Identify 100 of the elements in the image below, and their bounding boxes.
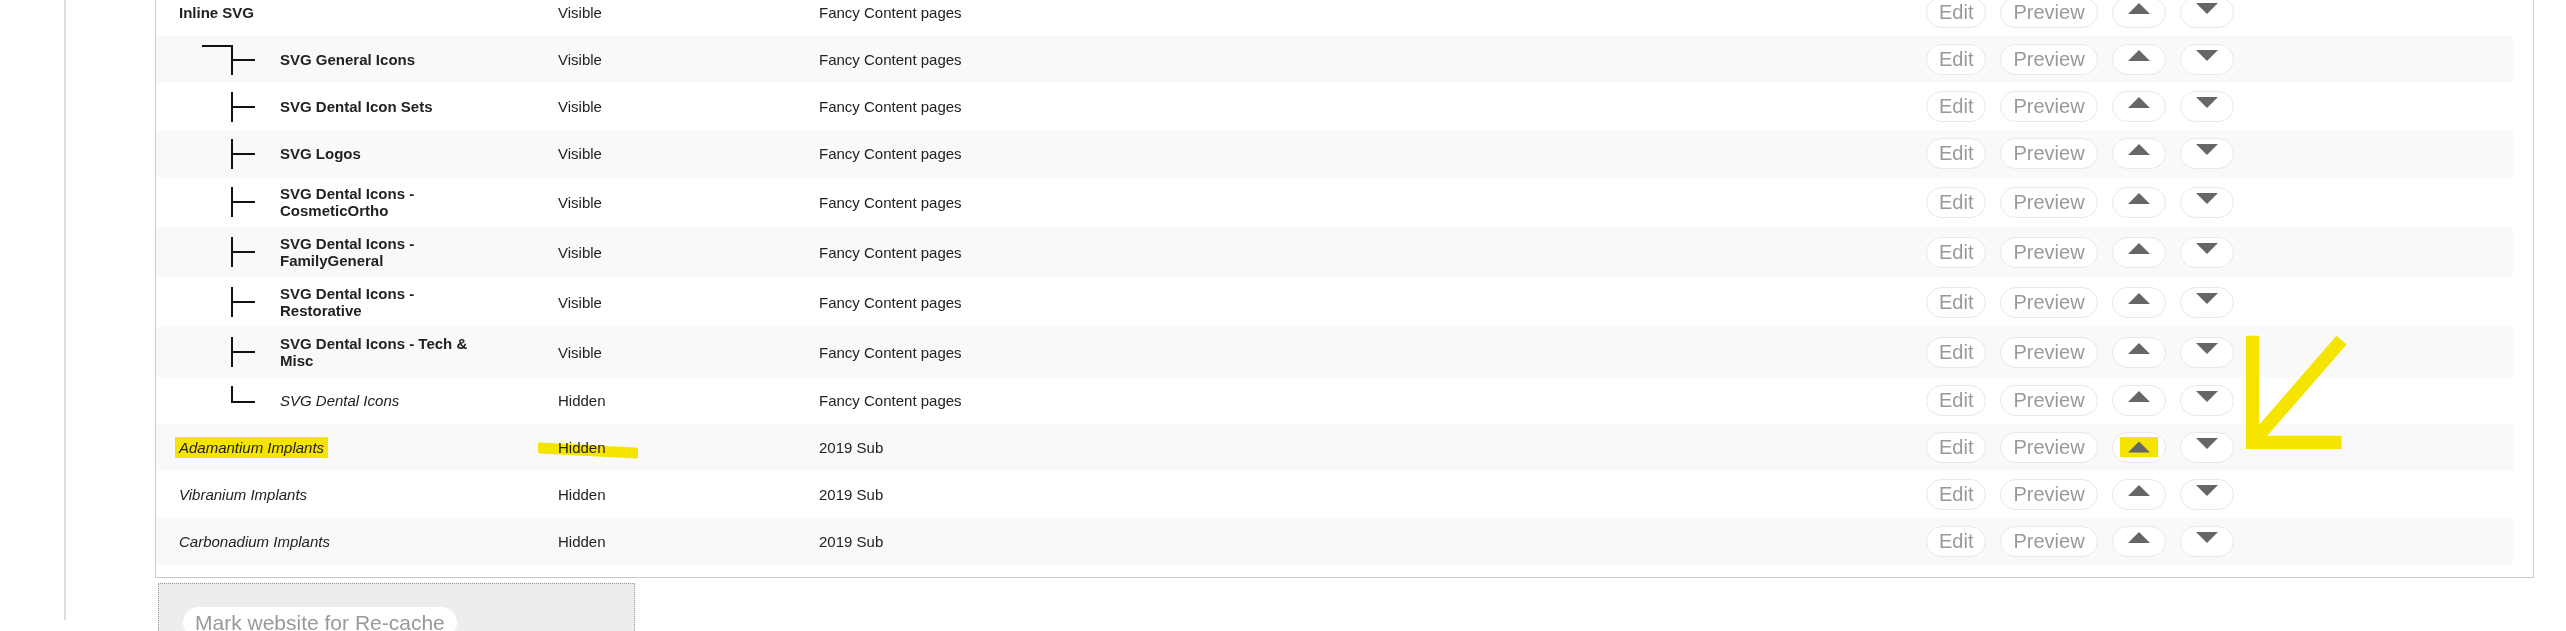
tree-line — [231, 287, 256, 317]
page-type: Fancy Content pages — [819, 145, 962, 162]
preview-button[interactable]: Preview — [2000, 0, 2098, 28]
preview-button[interactable]: Preview — [2000, 432, 2098, 463]
page-type: Fancy Content pages — [819, 193, 962, 211]
down-triangle-icon — [2194, 96, 2219, 109]
down-triangle-icon — [2194, 437, 2219, 450]
edit-button[interactable]: Edit — [1926, 91, 1987, 122]
edit-button[interactable]: Edit — [1926, 286, 1987, 318]
move-down-button[interactable] — [2179, 0, 2234, 28]
status-text: Visible — [558, 293, 602, 311]
preview-button[interactable]: Preview — [2000, 479, 2098, 510]
move-down-button[interactable] — [2179, 432, 2234, 463]
down-triangle-icon — [2194, 390, 2219, 403]
move-down-button[interactable] — [2179, 186, 2234, 218]
move-up-button[interactable] — [2111, 186, 2166, 218]
move-down-button[interactable] — [2179, 385, 2234, 416]
preview-button[interactable]: Preview — [2000, 286, 2098, 318]
move-up-button[interactable] — [2111, 0, 2166, 28]
down-triangle-icon — [2194, 49, 2219, 62]
tree-line — [201, 44, 256, 75]
preview-button[interactable]: Preview — [2000, 138, 2098, 169]
edit-button[interactable]: Edit — [1926, 336, 1987, 368]
up-triangle-icon — [2126, 484, 2151, 497]
edit-button[interactable]: Edit — [1926, 479, 1987, 510]
item-name: SVG Dental Icons - CosmeticOrtho — [280, 185, 416, 219]
edit-button[interactable]: Edit — [1926, 138, 1987, 169]
down-triangle-icon — [2194, 531, 2219, 544]
edit-button[interactable]: Edit — [1926, 186, 1987, 218]
up-triangle-icon — [2126, 96, 2151, 109]
preview-button[interactable]: Preview — [2000, 385, 2098, 416]
move-up-button[interactable] — [2111, 286, 2166, 318]
item-name: Adamantium Implants — [175, 437, 329, 458]
edit-button[interactable]: Edit — [1926, 526, 1987, 557]
up-triangle-icon — [2126, 241, 2151, 255]
page-type: Fancy Content pages — [819, 293, 962, 311]
move-down-button[interactable] — [2179, 286, 2234, 318]
down-triangle-icon — [2194, 484, 2219, 497]
item-name: SVG Dental Icons — [280, 392, 400, 409]
move-up-button[interactable] — [2111, 44, 2166, 75]
item-name: SVG General Icons — [280, 51, 416, 68]
up-triangle-icon — [2126, 49, 2151, 62]
preview-button[interactable]: Preview — [2000, 526, 2098, 557]
item-name: Inline SVG — [179, 4, 254, 21]
page-type: Fancy Content pages — [819, 392, 962, 409]
up-triangle-icon — [2126, 2, 2151, 15]
down-triangle-icon — [2194, 143, 2219, 156]
tree-line — [231, 187, 256, 217]
item-name: SVG Logos — [280, 145, 361, 162]
item-name: SVG Dental Icons - Restorative — [280, 285, 416, 319]
up-triangle-icon — [2126, 291, 2151, 305]
item-name: Vibranium Implants — [179, 486, 308, 503]
edit-button[interactable]: Edit — [1926, 385, 1987, 416]
move-up-button[interactable] — [2111, 526, 2166, 557]
move-up-button[interactable] — [2111, 236, 2166, 268]
move-down-button[interactable] — [2179, 479, 2234, 510]
down-triangle-icon — [2194, 291, 2219, 305]
move-down-button[interactable] — [2179, 138, 2234, 169]
up-triangle-icon — [2126, 390, 2151, 403]
page-type: Fancy Content pages — [819, 98, 962, 115]
edit-button[interactable]: Edit — [1926, 236, 1987, 268]
down-triangle-icon — [2194, 2, 2219, 15]
move-down-button[interactable] — [2179, 526, 2234, 557]
tree-line — [231, 337, 256, 367]
up-triangle-icon — [2126, 191, 2151, 205]
preview-button[interactable]: Preview — [2000, 186, 2098, 218]
move-down-button[interactable] — [2179, 336, 2234, 368]
page-type: Fancy Content pages — [819, 51, 962, 68]
move-up-button[interactable] — [2111, 336, 2166, 368]
down-triangle-icon — [2194, 341, 2219, 355]
move-up-button[interactable] — [2111, 91, 2166, 122]
down-triangle-icon — [2194, 241, 2219, 255]
preview-button[interactable]: Preview — [2000, 236, 2098, 268]
recache-button[interactable]: Mark website for Re-cache — [183, 607, 457, 631]
item-name: SVG Dental Icons - FamilyGeneral — [280, 235, 416, 269]
move-up-button[interactable] — [2111, 385, 2166, 416]
status-text: Visible — [558, 51, 602, 68]
item-name: Carbonadium Implants — [179, 533, 330, 550]
up-triangle-icon — [2126, 531, 2151, 544]
move-up-button[interactable] — [2111, 479, 2166, 510]
page-type: 2019 Sub — [819, 533, 884, 550]
edit-button[interactable]: Edit — [1926, 0, 1987, 28]
status-text: Hidden — [558, 486, 606, 503]
edit-button[interactable]: Edit — [1926, 44, 1987, 75]
move-up-button[interactable] — [2111, 432, 2166, 463]
move-down-button[interactable] — [2179, 236, 2234, 268]
up-triangle-icon — [2126, 143, 2151, 156]
move-up-button[interactable] — [2111, 138, 2166, 169]
status-text: Visible — [558, 4, 602, 21]
page-type: 2019 Sub — [819, 486, 884, 503]
page-type: 2019 Sub — [819, 439, 884, 456]
move-down-button[interactable] — [2179, 44, 2234, 75]
edit-button[interactable]: Edit — [1926, 432, 1987, 463]
status-text: Hidden — [558, 533, 606, 550]
move-down-button[interactable] — [2179, 91, 2234, 122]
status-text: Hidden — [558, 439, 606, 456]
preview-button[interactable]: Preview — [2000, 91, 2098, 122]
preview-button[interactable]: Preview — [2000, 336, 2098, 368]
preview-button[interactable]: Preview — [2000, 44, 2098, 75]
status-text: Visible — [558, 193, 602, 211]
